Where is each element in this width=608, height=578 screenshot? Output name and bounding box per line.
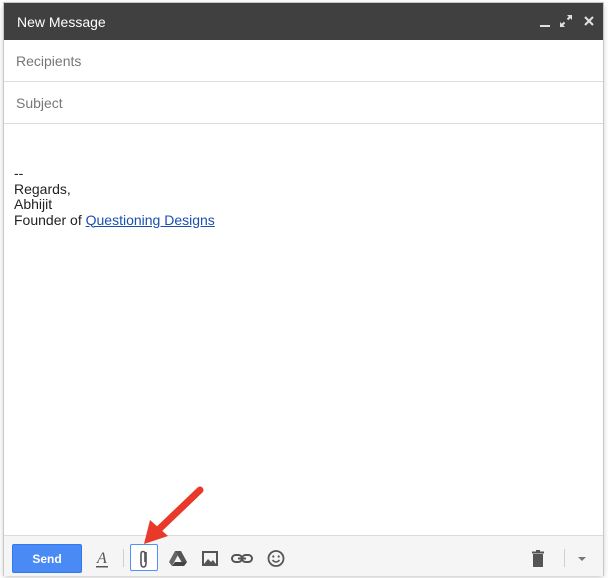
compose-title: New Message [17,14,106,30]
signature-separator: -- [14,165,24,181]
photo-icon[interactable] [196,545,224,572]
drive-icon[interactable] [164,545,192,572]
recipients-field [4,40,603,82]
compose-toolbar: Send A [4,535,603,576]
compose-window: New Message -- Regards, Abhijit F [4,3,603,576]
compose-titlebar[interactable]: New Message [4,3,603,40]
close-icon[interactable] [578,10,600,32]
minimize-icon[interactable] [534,10,556,32]
send-button[interactable]: Send [12,544,82,573]
message-body[interactable]: -- Regards, Abhijit Founder of Questioni… [14,165,215,229]
formatting-icon-letter: A [96,550,107,567]
signature-title-prefix: Founder of [14,211,86,228]
signature-regards: Regards, [14,180,71,197]
expand-icon[interactable] [555,10,577,32]
recipients-input[interactable] [14,40,578,82]
link-icon[interactable] [228,545,256,572]
subject-field [4,82,603,124]
trash-icon[interactable] [524,545,552,572]
signature-name: Abhijit [14,196,53,212]
subject-input[interactable] [14,82,578,124]
formatting-icon[interactable]: A [88,545,116,572]
annotation-arrow [144,486,204,544]
attach-icon[interactable] [130,545,158,572]
toolbar-divider-right [564,549,565,567]
signature-link[interactable]: Questioning Designs [86,212,215,228]
toolbar-divider [123,549,124,567]
more-options-icon[interactable] [568,545,596,572]
signature-title: Founder of Questioning Designs [14,211,215,229]
emoji-icon[interactable] [262,545,290,572]
